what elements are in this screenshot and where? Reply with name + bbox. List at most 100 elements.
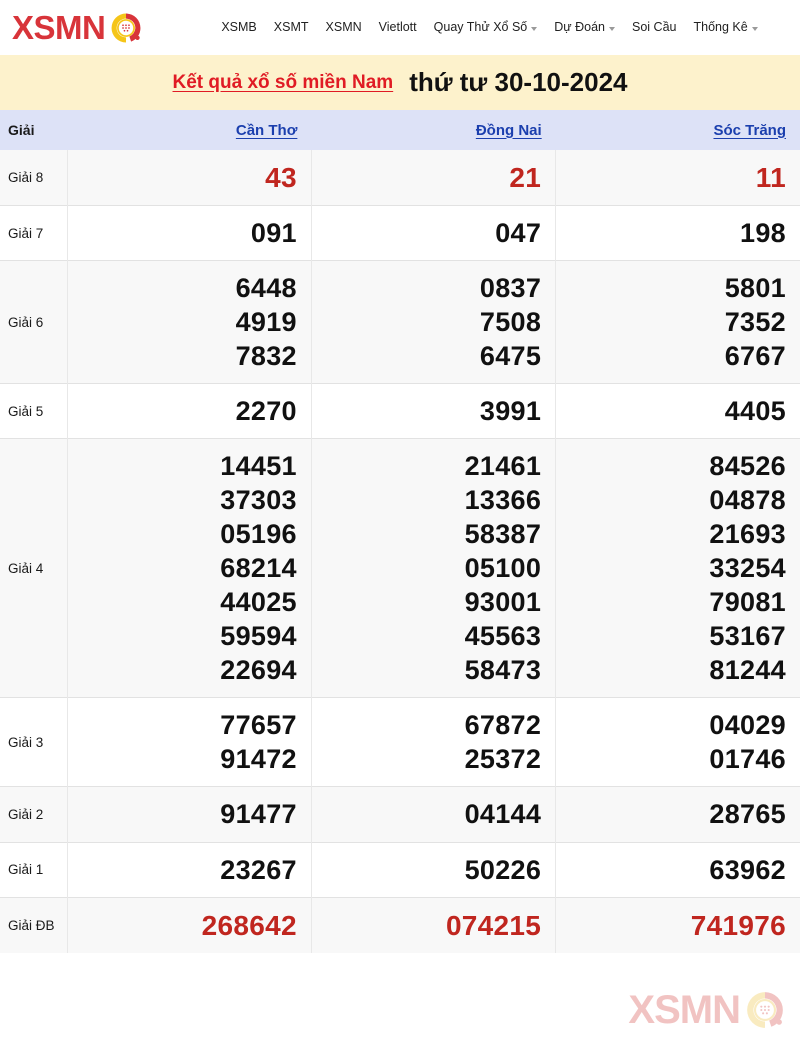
- page-root: XSMN XSMB XSMT XSMN Vietlott Quay Thử Xổ…: [0, 0, 800, 1041]
- nav-item-xsmt[interactable]: XSMT: [274, 21, 309, 34]
- lottery-number: 074215: [445, 909, 542, 941]
- lottery-number: 93001: [464, 587, 542, 618]
- province-link-soc-trang[interactable]: Sóc Trăng: [713, 122, 786, 139]
- results-date: thứ tư 30-10-2024: [409, 67, 628, 97]
- lottery-number: 81244: [709, 655, 786, 686]
- lottery-number: 04878: [709, 485, 786, 516]
- province-link-dong-nai[interactable]: Đồng Nai: [476, 122, 542, 139]
- lottery-number: 21461: [464, 451, 542, 482]
- lottery-number: 198: [740, 218, 786, 249]
- table-row-giai-4: Giải 4 14451 37303 05196 68214 44025 59594 2269…: [0, 438, 800, 698]
- lottery-number: 91472: [220, 744, 297, 775]
- results-title-link[interactable]: Kết quả xổ số miền Nam: [173, 72, 394, 94]
- table-row-giai-7: Giải 7 091 047 198: [0, 205, 800, 261]
- prize-numbers-cell: 84526 04878 21693 33254 79081 53167 81244: [555, 438, 800, 698]
- table-row-giai-5: Giải 5 2270 3991 4405: [0, 383, 800, 439]
- prize-numbers-cell: 3991: [310, 383, 556, 439]
- prize-numbers-cell: 074215: [310, 897, 556, 953]
- prize-numbers-cell: 5801 7352 6767: [555, 260, 800, 384]
- lottery-number: 13366: [464, 485, 542, 516]
- lottery-number: 37303: [220, 485, 297, 516]
- lottery-number: 25372: [464, 744, 542, 775]
- prize-numbers-cell: 50226: [310, 842, 556, 898]
- lottery-number: 21693: [709, 519, 786, 550]
- prize-numbers-cell: 091: [66, 205, 312, 261]
- lottery-number: 2270: [235, 396, 297, 427]
- column-header-province-3: Sóc Trăng: [555, 110, 800, 150]
- lottery-number: 84526: [709, 451, 786, 482]
- lottery-number: 58473: [464, 655, 542, 686]
- watermark-logo: XSMN: [628, 989, 786, 1031]
- lottery-number: 14451: [220, 451, 297, 482]
- prize-numbers-cell: 268642: [66, 897, 312, 953]
- lottery-number: 67872: [464, 710, 542, 741]
- prize-label: Giải 6: [0, 260, 68, 384]
- table-row-giai-2: Giải 2 91477 04144 28765: [0, 786, 800, 842]
- lottery-number: 04029: [709, 710, 786, 741]
- table-row-giai-6: Giải 6 6448 4919 7832 0837 7508 6475 5801 7352 67…: [0, 260, 800, 384]
- table-header: Giải Cần Thơ Đồng Nai Sóc Trăng: [0, 110, 800, 150]
- lottery-number: 33254: [709, 553, 786, 584]
- lottery-ball-icon: [109, 11, 143, 45]
- chevron-down-icon: [531, 26, 538, 31]
- lottery-number: 7832: [235, 341, 297, 372]
- nav-item-xsmb[interactable]: XSMB: [221, 21, 256, 34]
- table-body: Giải 8 43 21 11 Giải 7 091 047 198 Giải 6 6448 491…: [0, 150, 800, 953]
- prize-numbers-cell: 28765: [555, 786, 800, 842]
- lottery-number: 05100: [464, 553, 542, 584]
- province-link-can-tho[interactable]: Cần Thơ: [236, 122, 298, 139]
- main-nav: XSMB XSMT XSMN Vietlott Quay Thử Xổ Số D…: [221, 21, 794, 34]
- lottery-number: 91477: [220, 799, 297, 830]
- column-header-province-1: Cần Thơ: [67, 110, 312, 150]
- lottery-number: 23267: [220, 854, 297, 885]
- lottery-number: 59594: [220, 621, 297, 652]
- nav-label: Soi Cầu: [632, 20, 677, 35]
- nav-item-quay-thu-xo-so[interactable]: Quay Thử Xổ Số: [434, 21, 538, 34]
- prize-numbers-cell: 04144: [310, 786, 556, 842]
- nav-item-vietlott[interactable]: Vietlott: [379, 21, 417, 34]
- nav-label: XSMT: [273, 20, 309, 35]
- prize-label: Giải 3: [0, 697, 68, 787]
- nav-item-xsmn[interactable]: XSMN: [326, 21, 362, 34]
- prize-numbers-cell: 91477: [66, 786, 312, 842]
- lottery-number: 6767: [724, 341, 786, 372]
- prize-numbers-cell: 21461 13366 58387 05100 93001 45563 58473: [310, 438, 556, 698]
- nav-item-soi-cau[interactable]: Soi Cầu: [632, 21, 676, 34]
- prize-numbers-cell: 11: [555, 150, 800, 206]
- lottery-number: 047: [495, 218, 542, 249]
- table-row-giai-db: Giải ĐB 268642 074215 741976: [0, 897, 800, 953]
- prize-label: Giải 7: [0, 205, 68, 261]
- lottery-number: 50226: [464, 854, 542, 885]
- table-row-giai-1: Giải 1 23267 50226 63962: [0, 842, 800, 898]
- nav-label: Quay Thử Xổ Số: [433, 20, 528, 35]
- nav-item-du-doan[interactable]: Dự Đoán: [554, 21, 616, 34]
- nav-item-thong-ke[interactable]: Thống Kê: [694, 21, 758, 34]
- lottery-number: 7508: [479, 307, 542, 338]
- nav-label: XSMB: [221, 20, 257, 35]
- prize-label: Giải 5: [0, 383, 68, 439]
- lottery-number: 05196: [220, 519, 297, 550]
- prize-numbers-cell: 2270: [66, 383, 312, 439]
- prize-numbers-cell: 23267: [66, 842, 312, 898]
- site-logo[interactable]: XSMN: [12, 11, 143, 45]
- lottery-number: 28765: [709, 799, 786, 830]
- prize-numbers-cell: 67872 25372: [310, 697, 556, 787]
- chevron-down-icon: [609, 26, 616, 31]
- lottery-number: 04144: [464, 799, 542, 830]
- prize-numbers-cell: 4405: [555, 383, 800, 439]
- lottery-number: 68214: [220, 553, 297, 584]
- top-navigation-bar: XSMN XSMB XSMT XSMN Vietlott Quay Thử Xổ…: [0, 0, 800, 55]
- prize-numbers-cell: 04029 01746: [555, 697, 800, 787]
- watermark-text: XSMN: [628, 988, 741, 1032]
- chevron-down-icon: [751, 26, 758, 31]
- lottery-number: 091: [250, 218, 297, 249]
- prize-numbers-cell: 047: [310, 205, 556, 261]
- lottery-number: 63962: [709, 854, 786, 885]
- prize-numbers-cell: 741976: [555, 897, 800, 953]
- lottery-number: 45563: [464, 621, 542, 652]
- lottery-number: 21: [509, 162, 542, 193]
- prize-numbers-cell: 77657 91472: [66, 697, 312, 787]
- prize-numbers-cell: 21: [310, 150, 556, 206]
- lottery-number: 6475: [479, 341, 542, 372]
- logo-text: XSMN: [12, 9, 106, 46]
